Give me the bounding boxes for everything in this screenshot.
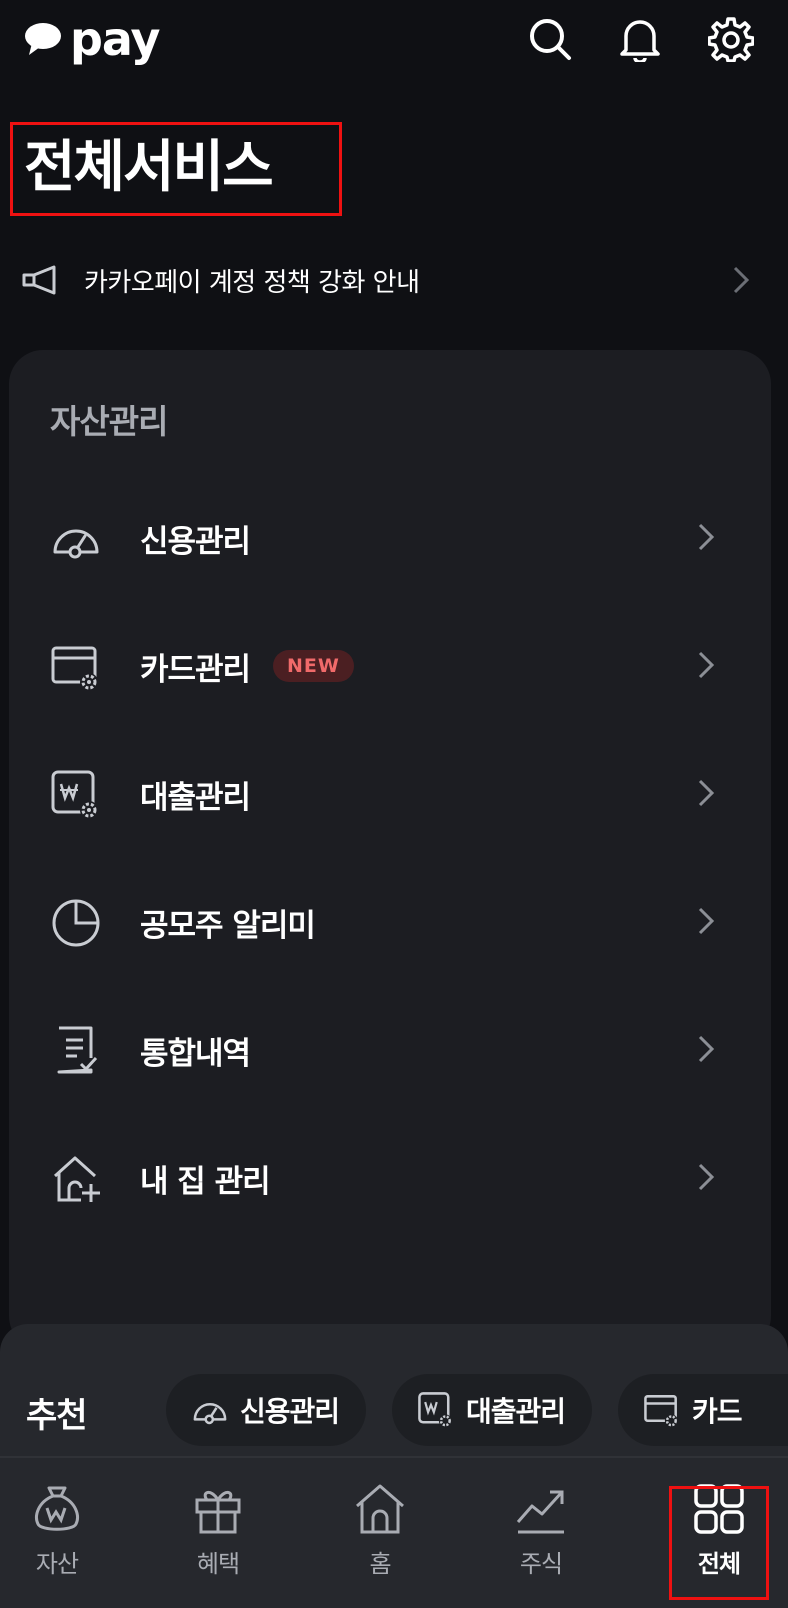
chevron-right-icon <box>698 523 715 551</box>
card-settings-icon <box>51 646 98 691</box>
nav-label: 홈 <box>369 1550 391 1578</box>
nav-item-benefits[interactable]: 혜택 <box>158 1478 278 1598</box>
recommend-label: 추천 <box>26 1396 88 1436</box>
nav-item-home[interactable]: 홈 <box>320 1478 440 1598</box>
menu-item-card[interactable]: 카드관리 NEW <box>9 616 771 716</box>
menu-item-label: 신용관리 <box>140 523 251 560</box>
nav-label: 자산 <box>35 1550 79 1578</box>
nav-item-assets[interactable]: 자산 <box>0 1478 117 1598</box>
notice-banner[interactable]: 카카오페이 계정 정책 강화 안내 <box>20 250 768 310</box>
chevron-right-icon <box>698 1163 715 1191</box>
chevron-right-icon <box>698 907 715 935</box>
nav-label: 혜택 <box>196 1550 240 1578</box>
money-bag-icon <box>35 1486 79 1531</box>
menu-item-history[interactable]: 통합내역 <box>9 1000 771 1100</box>
menu-item-label: 대출관리 <box>140 779 251 816</box>
pie-chart-icon <box>52 899 100 947</box>
menu-item-label: 내 집 관리 <box>140 1163 271 1200</box>
nav-item-stocks[interactable]: 주식 <box>481 1478 601 1598</box>
menu-item-my-home[interactable]: 내 집 관리 <box>9 1128 771 1228</box>
recommend-chip-loan[interactable]: 대출관리 <box>392 1374 592 1446</box>
active-nav-highlight-box <box>669 1486 769 1600</box>
menu-item-label: 카드관리 <box>140 651 251 688</box>
gear-icon[interactable] <box>706 14 756 64</box>
chevron-right-icon <box>698 779 715 807</box>
chevron-right-icon <box>698 1035 715 1063</box>
nav-label: 주식 <box>519 1550 563 1578</box>
menu-item-ipo-alert[interactable]: 공모주 알리미 <box>9 872 771 972</box>
menu-item-label: 공모주 알리미 <box>140 907 316 944</box>
home-icon <box>356 1484 404 1534</box>
trend-chart-icon <box>516 1490 564 1534</box>
document-check-icon <box>57 1026 98 1074</box>
loan-settings-icon <box>418 1392 452 1428</box>
new-badge: NEW <box>273 650 354 682</box>
gauge-icon <box>193 1403 227 1425</box>
kakaopay-logo: pay <box>24 12 161 66</box>
house-plus-icon <box>53 1156 100 1202</box>
chip-label: 카드 <box>692 1395 743 1428</box>
loan-settings-icon <box>51 770 98 819</box>
menu-item-label: 통합내역 <box>140 1035 251 1072</box>
menu-item-loan[interactable]: 대출관리 <box>9 744 771 844</box>
search-icon[interactable] <box>525 14 575 64</box>
menu-item-credit[interactable]: 신용관리 <box>9 488 771 588</box>
speech-bubble-icon <box>25 23 61 55</box>
recommend-chip-credit[interactable]: 신용관리 <box>166 1374 366 1446</box>
gauge-icon <box>53 529 99 559</box>
chevron-right-icon <box>698 651 715 679</box>
notice-text: 카카오페이 계정 정책 강화 안내 <box>84 267 420 298</box>
chevron-right-icon <box>733 266 750 294</box>
logo-text: pay <box>70 12 161 66</box>
section-title: 자산관리 <box>50 402 168 441</box>
gift-icon <box>195 1491 241 1534</box>
recommend-chip-card[interactable]: 카드 <box>618 1374 788 1446</box>
divider <box>0 1456 788 1458</box>
chip-label: 대출관리 <box>466 1395 566 1428</box>
megaphone-icon <box>22 265 56 295</box>
page-title: 전체서비스 <box>24 135 274 200</box>
chip-label: 신용관리 <box>240 1395 340 1428</box>
bell-icon[interactable] <box>615 14 665 64</box>
card-settings-icon <box>644 1395 678 1428</box>
